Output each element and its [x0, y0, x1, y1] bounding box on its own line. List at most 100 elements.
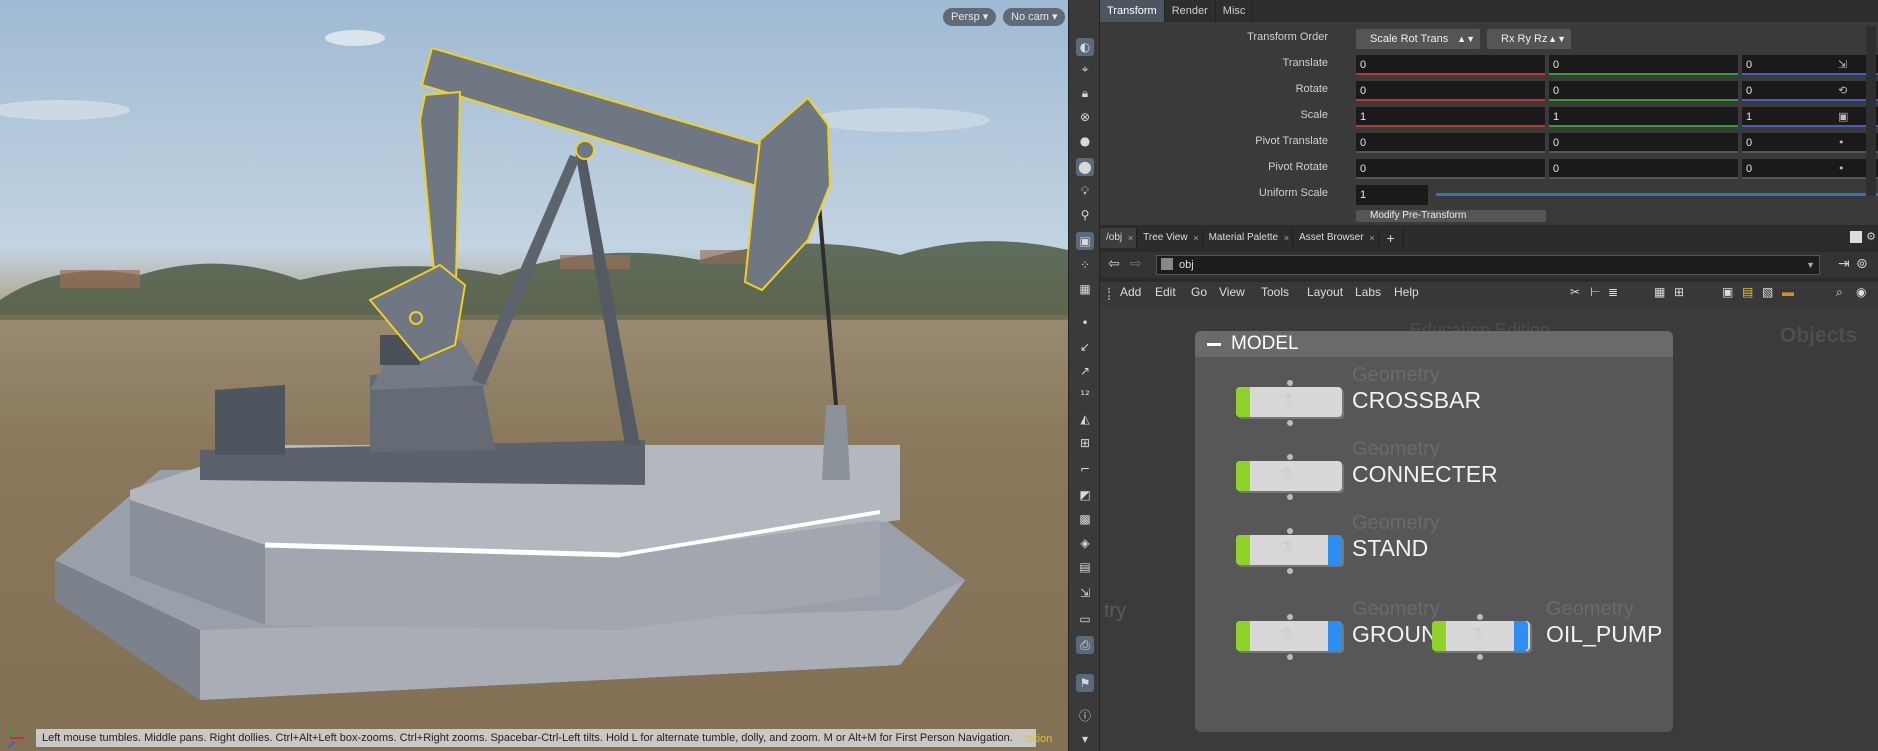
menu-edit[interactable]: Edit	[1155, 285, 1176, 299]
node-input-connector[interactable]	[1287, 380, 1293, 386]
tab-material-palette[interactable]: Material Palette ×	[1203, 228, 1294, 248]
pin-icon[interactable]: ⬤	[1076, 158, 1094, 176]
forward-arrow-icon[interactable]: ⇨	[1130, 256, 1142, 272]
scale-handle-icon[interactable]: ▣	[1838, 110, 1852, 124]
vector-icon[interactable]: ↗	[1076, 362, 1094, 380]
scene-viewport[interactable]: Persp ▾ No cam ▾ Left mouse tumbles. Mid…	[0, 0, 1068, 751]
display-flag[interactable]	[1236, 387, 1250, 417]
wrench-icon[interactable]: ✂	[1570, 285, 1580, 299]
node-output-connector[interactable]	[1287, 420, 1293, 426]
render-flag[interactable]	[1514, 621, 1528, 651]
pivot-translate-y-field[interactable]: 0	[1549, 133, 1738, 153]
tab-render[interactable]: Render	[1165, 0, 1216, 22]
back-arrow-icon[interactable]: ⇦	[1108, 256, 1120, 272]
light-link-icon[interactable]: ⚲	[1076, 206, 1094, 224]
menu-help[interactable]: Help	[1394, 285, 1419, 299]
node-name-label[interactable]: STAND	[1352, 535, 1428, 562]
menu-labs[interactable]: Labs	[1355, 285, 1381, 299]
node-output-connector[interactable]	[1287, 494, 1293, 500]
corner-icon[interactable]: ⌐	[1076, 460, 1094, 478]
node-name-label[interactable]: OIL_PUMP	[1546, 621, 1662, 648]
add-tab-icon[interactable]: +	[1379, 228, 1404, 248]
network-editor[interactable]: Education Edition Objects try MODEL ⚗ Ge…	[1100, 306, 1878, 751]
menu-tools[interactable]: Tools	[1261, 285, 1289, 299]
checker-icon[interactable]: ▩	[1076, 510, 1094, 528]
snap-icon[interactable]: ⌖	[1076, 60, 1094, 78]
cube-icon[interactable]: ◈	[1076, 534, 1094, 552]
shading-icon[interactable]: ●	[1076, 132, 1094, 150]
node-stand[interactable]: ⚗	[1236, 528, 1344, 574]
modify-pre-transform-menu[interactable]: Modify Pre-Transform	[1356, 210, 1546, 222]
translate-x-field[interactable]: 0	[1356, 55, 1545, 75]
hide-icon[interactable]: ⊗	[1076, 108, 1094, 126]
translate-z-field[interactable]: 0	[1742, 55, 1878, 75]
pivot-rotate-y-field[interactable]: 0	[1549, 159, 1738, 179]
chevron-down-icon[interactable]: ▼	[1806, 256, 1815, 274]
image-icon[interactable]: ▧	[1762, 285, 1773, 299]
pivot-rotate-z-field[interactable]: 0	[1742, 159, 1878, 179]
uv-icon[interactable]: ⊞	[1076, 434, 1094, 452]
pane-menu-icon[interactable]: ⚙	[1866, 230, 1876, 243]
tab-misc[interactable]: Misc	[1216, 0, 1254, 22]
camera-menu-button[interactable]: No cam ▾	[1003, 8, 1066, 26]
lock-camera-icon[interactable]: 🔒︎	[1076, 84, 1094, 102]
render-view-icon[interactable]: ▣	[1076, 232, 1094, 250]
display-options-icon[interactable]: ◐	[1076, 38, 1094, 56]
pivot-translate-x-field[interactable]: 0	[1356, 133, 1545, 153]
network-box-header[interactable]: MODEL	[1195, 331, 1673, 357]
tab-transform[interactable]: Transform	[1100, 0, 1165, 22]
sticky-note-icon[interactable]: ▤	[1742, 285, 1753, 299]
light-icon[interactable]: 💡︎	[1076, 182, 1094, 200]
pivot-translate-z-field[interactable]: 0	[1742, 133, 1878, 153]
node-output-connector[interactable]	[1287, 654, 1293, 660]
node-crossbar[interactable]: ⚗	[1236, 380, 1344, 426]
tab-obj[interactable]: /obj ×	[1100, 228, 1138, 248]
transform-order-select[interactable]: Scale Rot Trans ▲▼	[1356, 29, 1480, 49]
eye-icon[interactable]: ◉	[1856, 285, 1866, 299]
node-name-label[interactable]: GROUN	[1352, 621, 1438, 648]
scale-z-field[interactable]: 1	[1742, 107, 1878, 127]
maximize-pane-icon[interactable]	[1850, 231, 1862, 243]
paint-icon[interactable]: ◭	[1076, 410, 1094, 428]
param-scrollbar[interactable]	[1866, 26, 1876, 196]
rotate-handle-icon[interactable]: ⟲	[1838, 84, 1852, 98]
collapse-icon[interactable]	[1207, 343, 1221, 346]
point-display-icon[interactable]: ⁘	[1076, 256, 1094, 274]
texture-icon[interactable]: ◩	[1076, 486, 1094, 504]
node-input-connector[interactable]	[1287, 454, 1293, 460]
pivot-translate-handle-icon[interactable]: •	[1838, 136, 1852, 150]
render-flag[interactable]	[1328, 535, 1342, 565]
tab-tree-view[interactable]: Tree View ×	[1137, 228, 1203, 248]
display-flag[interactable]	[1236, 621, 1250, 651]
uniform-scale-field[interactable]: 1	[1356, 185, 1428, 205]
translate-y-field[interactable]: 0	[1549, 55, 1738, 75]
render-flag[interactable]	[1328, 621, 1342, 651]
location-icon[interactable]: ⚑	[1076, 674, 1094, 692]
perspective-menu-button[interactable]: Persp ▾	[943, 8, 997, 26]
pivot-rotate-x-field[interactable]: 0	[1356, 159, 1545, 179]
node-name-label[interactable]: CONNECTER	[1352, 461, 1498, 488]
scale-y-field[interactable]: 1	[1549, 107, 1738, 127]
node-connecter[interactable]: ⚗	[1236, 454, 1344, 500]
menu-layout[interactable]: Layout	[1307, 285, 1343, 299]
menu-view[interactable]: View	[1219, 285, 1245, 299]
snapshot-icon[interactable]: ⎙	[1076, 636, 1094, 654]
node-oil-pump[interactable]: ⚗	[1432, 614, 1532, 660]
network-box-icon[interactable]: ▣	[1722, 285, 1733, 299]
uniform-scale-slider[interactable]	[1436, 193, 1878, 196]
scale-x-field[interactable]: 1	[1356, 107, 1545, 127]
collapse-arrow-icon[interactable]: ▾	[1076, 730, 1094, 748]
number-icon[interactable]: ¹²	[1076, 386, 1094, 404]
folder-icon[interactable]: ▬	[1782, 285, 1794, 299]
normals-icon[interactable]: ↙	[1076, 338, 1094, 356]
node-output-connector[interactable]	[1477, 654, 1483, 660]
grid-points-icon[interactable]: ⊞	[1674, 285, 1684, 299]
rotate-x-field[interactable]: 0	[1356, 81, 1545, 101]
display-flag[interactable]	[1432, 621, 1446, 651]
close-icon[interactable]: ×	[1128, 228, 1133, 248]
pin-pane-icon[interactable]: ⇥	[1838, 256, 1850, 272]
close-icon[interactable]: ×	[1284, 228, 1289, 248]
guides-icon[interactable]: ▦	[1076, 280, 1094, 298]
link-pane-icon[interactable]: ⊚	[1856, 256, 1868, 272]
close-icon[interactable]: ×	[1193, 228, 1198, 248]
